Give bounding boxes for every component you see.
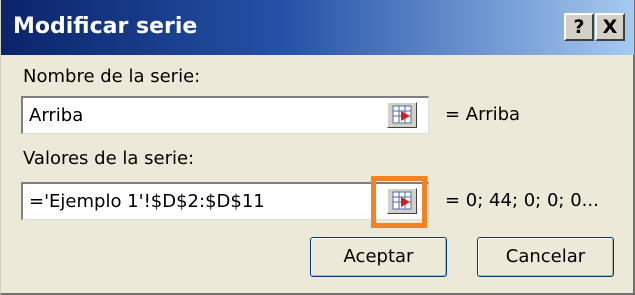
series-name-value: Arriba — [29, 105, 84, 126]
modify-series-dialog: Modificar serie ? X Nombre de la serie: … — [0, 0, 635, 295]
accept-button[interactable]: Aceptar — [310, 237, 447, 277]
series-name-preview: = Arriba — [445, 104, 521, 125]
range-collapse-icon — [392, 105, 412, 124]
series-values-input[interactable]: ='Ejemplo 1'!$D$2:$D$11 — [21, 182, 429, 220]
dialog-title: Modificar serie — [13, 14, 198, 39]
help-button[interactable]: ? — [564, 13, 594, 41]
close-button[interactable]: X — [595, 13, 625, 41]
series-values-label: Valores de la serie: — [23, 148, 195, 169]
dialog-title-bar: Modificar serie ? X — [1, 0, 634, 55]
series-values-value: ='Ejemplo 1'!$D$2:$D$11 — [29, 191, 265, 212]
series-name-collapse-button[interactable] — [387, 102, 417, 128]
series-values-preview: = 0; 44; 0; 0; 0... — [445, 190, 599, 211]
series-name-input[interactable]: Arriba — [21, 96, 429, 134]
series-name-label: Nombre de la serie: — [23, 66, 201, 87]
cancel-button[interactable]: Cancelar — [477, 237, 614, 277]
collapse-button-highlight — [371, 176, 427, 228]
